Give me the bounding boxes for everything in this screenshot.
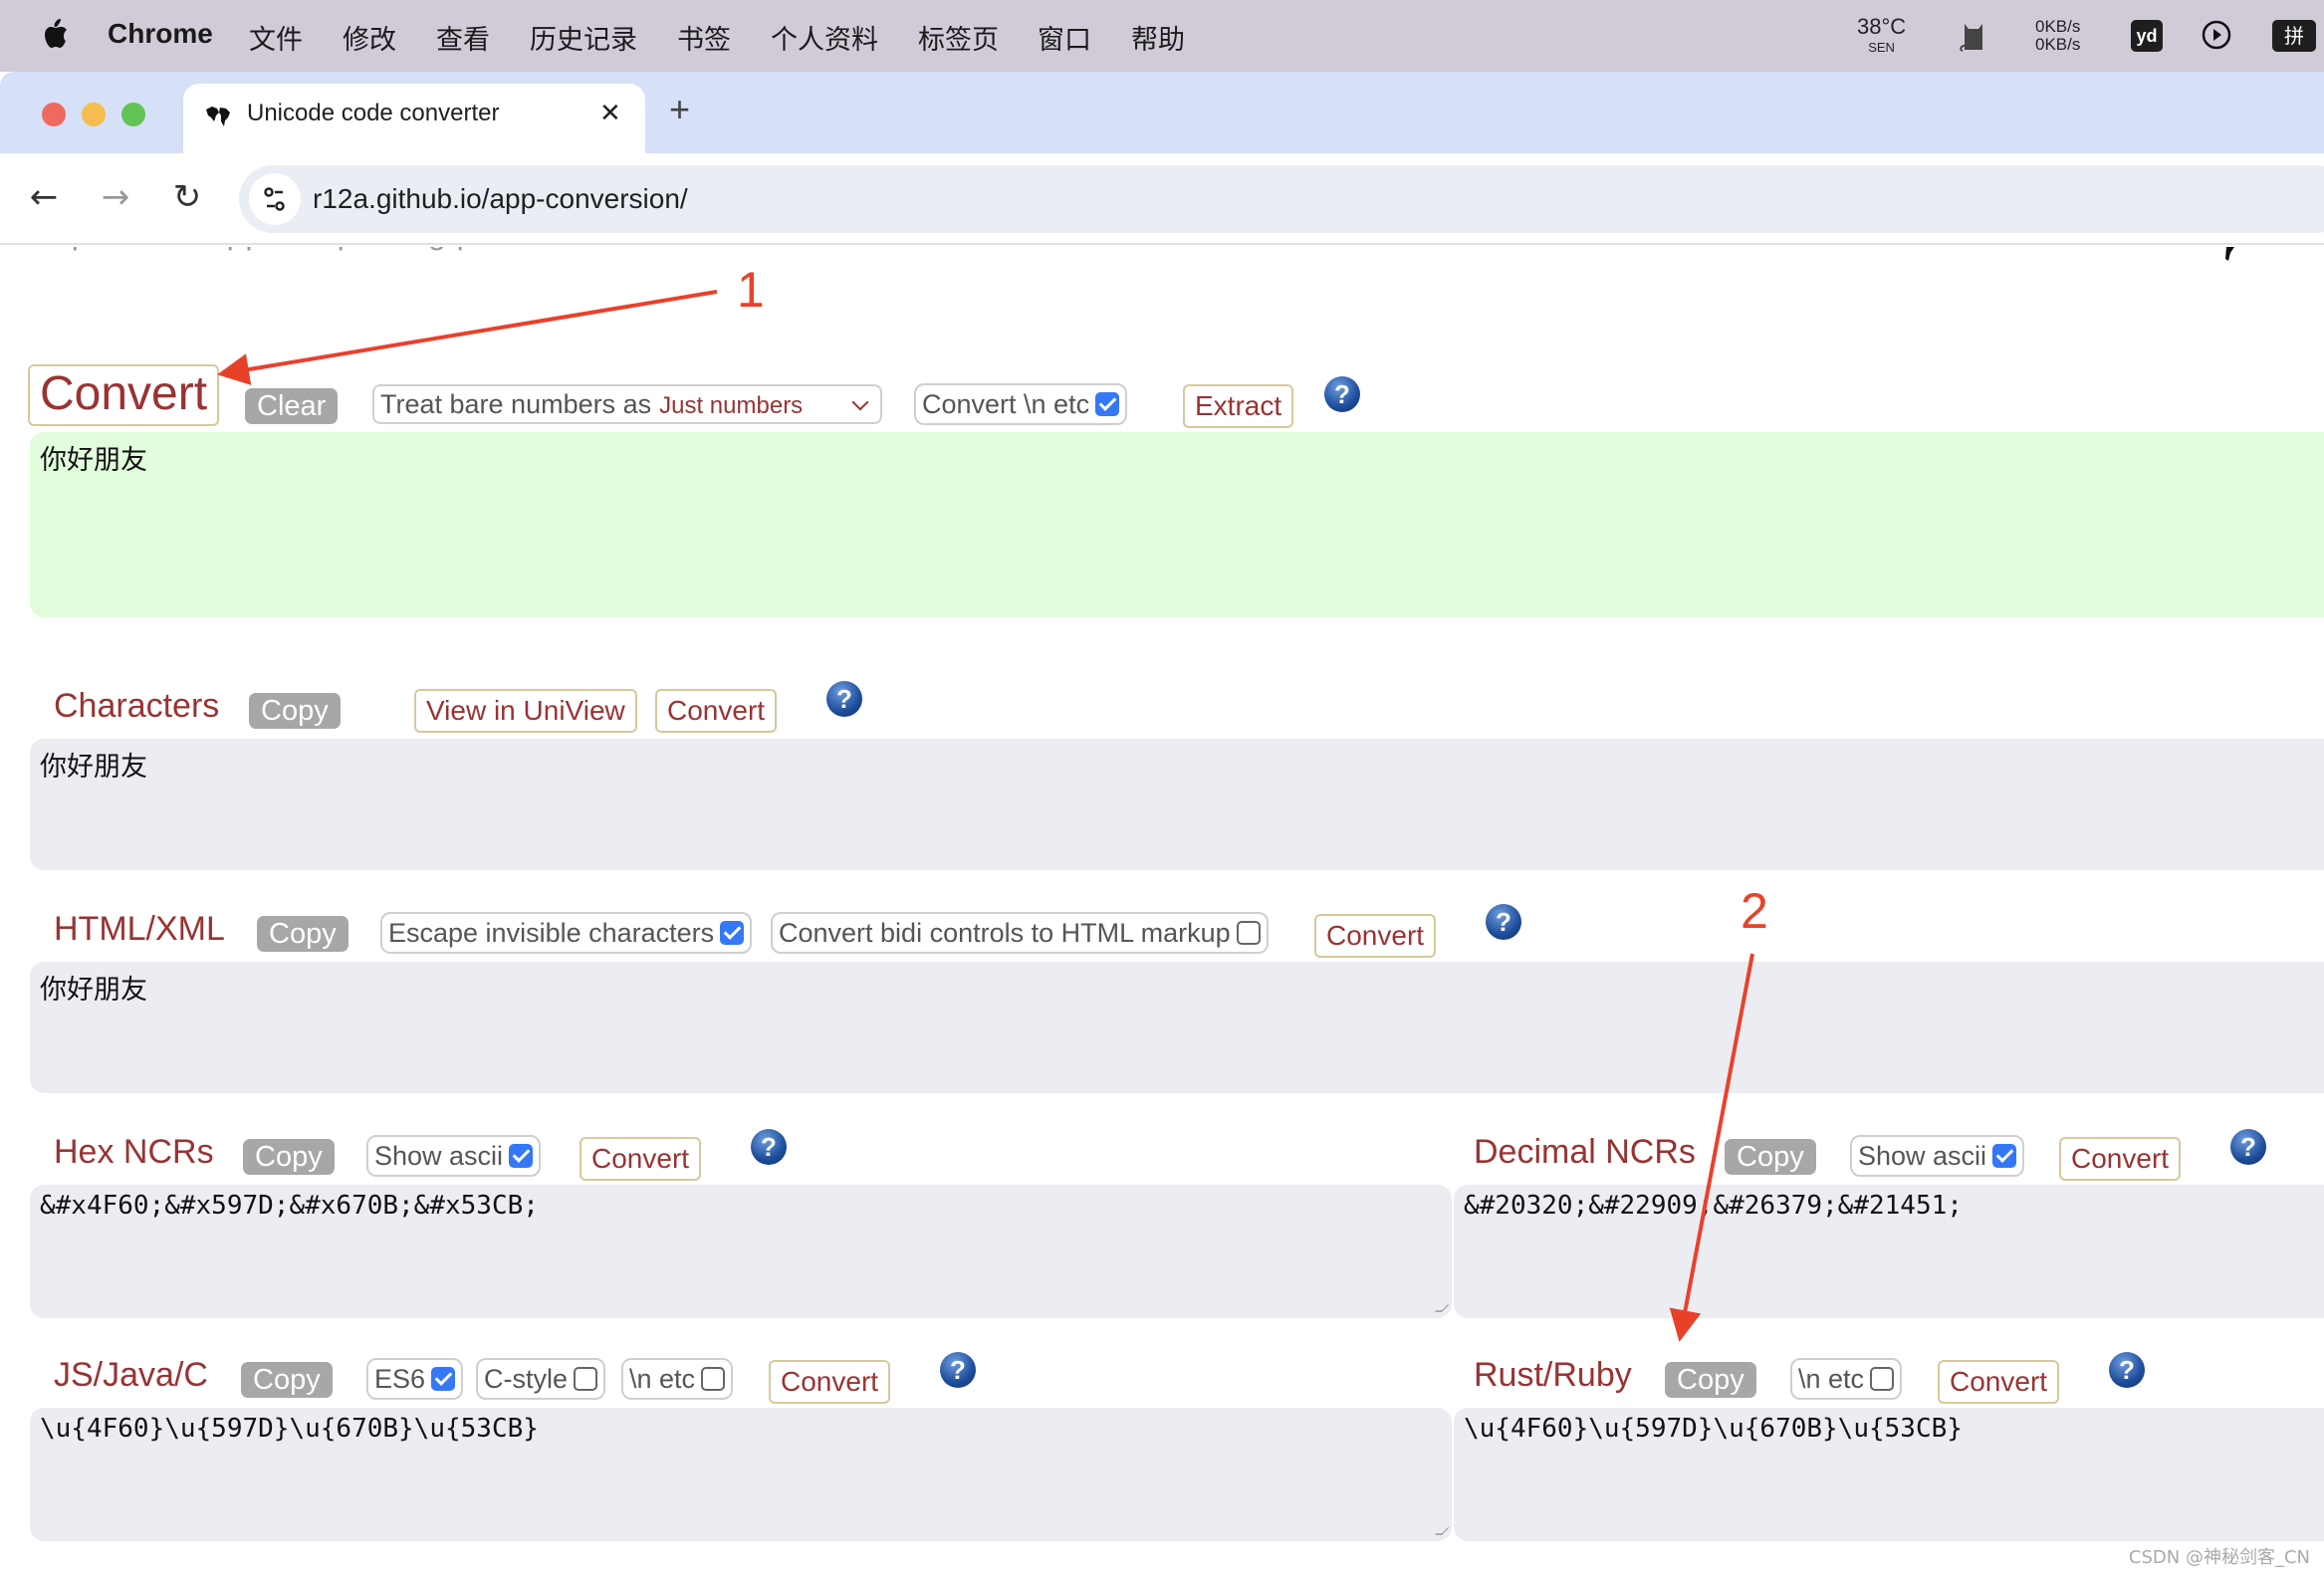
annotation-marker-2: 2 [1741,883,1768,939]
watermark: CSDN @神秘剑客_CN [2128,1547,2310,1568]
annotation-arrow-1 [217,290,718,385]
annotation-arrows [217,290,1754,1342]
annotation-marker-1: 1 [737,262,765,318]
annotation-arrow-2 [1669,953,1754,1342]
